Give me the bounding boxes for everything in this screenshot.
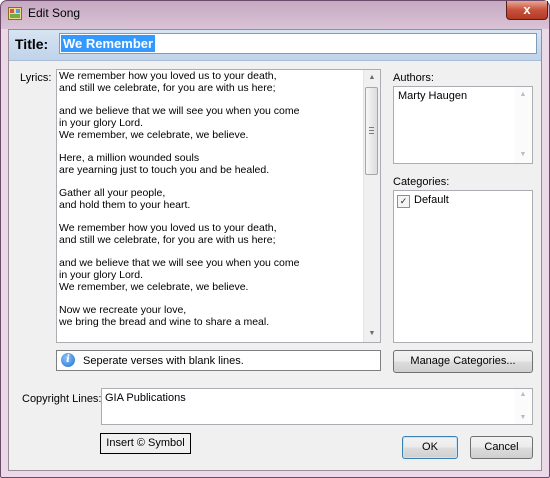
category-item-default[interactable]: ✓ Default <box>394 191 514 209</box>
lyrics-verse: We remember how you loved us to your dea… <box>59 222 360 246</box>
categories-label: Categories: <box>393 176 450 188</box>
lyrics-verse: and we believe that we will see you when… <box>59 105 360 141</box>
scroll-down-arrow-icon[interactable]: ▼ <box>364 326 380 342</box>
copyright-scrollbar[interactable]: ▲ ▼ <box>515 389 532 424</box>
hint-box: i Seperate verses with blank lines. <box>56 350 381 371</box>
scroll-down-arrow-icon[interactable]: ▼ <box>515 147 531 163</box>
edit-song-window: Edit Song x Title: We Remember Lyrics: W… <box>0 0 550 478</box>
close-button[interactable]: x <box>506 1 548 20</box>
lyrics-line: Gather all your people, <box>59 186 166 199</box>
scroll-up-arrow-icon[interactable]: ▲ <box>364 70 380 86</box>
title-label: Title: <box>15 36 49 52</box>
copyright-value: GIA Publications <box>105 392 186 404</box>
scroll-up-arrow-icon[interactable]: ▲ <box>515 87 531 103</box>
lyrics-line: are yearning just to touch you and be he… <box>59 163 270 176</box>
lyrics-verse: Now we recreate your love, we bring the b… <box>59 303 360 328</box>
authors-scrollbar[interactable]: ▲ ▼ <box>515 87 532 163</box>
lyrics-line: Here, a million wounded souls <box>59 151 200 164</box>
lyrics-verse: and we believe that we will see you when… <box>59 257 360 293</box>
lyrics-label: Lyrics: <box>20 72 52 84</box>
lyrics-line: and still we celebrate, for you are with… <box>59 81 276 94</box>
lyrics-line: we bring the bread and wine to share a m… <box>59 315 270 328</box>
authors-list[interactable]: Marty Haugen ▲ ▼ <box>393 86 533 164</box>
title-bar-panel: Title: We Remember <box>9 30 541 61</box>
authors-label: Authors: <box>393 72 434 84</box>
scroll-down-arrow-icon[interactable]: ▼ <box>515 412 531 424</box>
insert-copyright-symbol-button[interactable]: Insert © Symbol <box>100 433 191 454</box>
categories-list[interactable]: ✓ Default <box>393 190 533 343</box>
lyrics-textarea[interactable]: We remember how you loved us to your dea… <box>56 69 381 343</box>
lyrics-text: We remember how you loved us to your dea… <box>59 70 360 340</box>
lyrics-line: in your glory Lord. <box>59 116 144 129</box>
lyrics-line: Now we recreate your love, <box>59 303 187 316</box>
title-input-value: We Remember <box>61 35 156 52</box>
ok-button[interactable]: OK <box>402 436 458 459</box>
dialog-body: Title: We Remember Lyrics: We remember h… <box>8 29 542 471</box>
lyrics-verse: Here, a million wounded souls are yearnin… <box>59 151 360 176</box>
author-item[interactable]: Marty Haugen <box>398 90 467 102</box>
lyrics-verse: We remember how you loved us to your dea… <box>59 70 360 94</box>
lyrics-scrollbar[interactable]: ▲ ▼ <box>363 70 380 342</box>
window-title: Edit Song <box>28 6 81 20</box>
lyrics-line: We remember how you loved us to your dea… <box>59 70 277 82</box>
hint-text: Seperate verses with blank lines. <box>83 355 244 367</box>
lyrics-line: in your glory Lord. <box>59 268 144 281</box>
checkbox-checked-icon[interactable]: ✓ <box>397 195 410 208</box>
lyrics-verse: Gather all your people, and hold them to … <box>59 186 360 211</box>
title-input[interactable]: We Remember <box>59 33 537 54</box>
info-icon: i <box>61 353 75 367</box>
lyrics-line: We remember, we celebrate, we believe. <box>59 280 249 293</box>
cancel-button[interactable]: Cancel <box>470 436 533 459</box>
app-icon <box>8 7 22 20</box>
copyright-label: Copyright Lines: <box>22 393 102 405</box>
lyrics-line: and hold them to your heart. <box>59 198 191 211</box>
scroll-up-arrow-icon[interactable]: ▲ <box>515 389 531 401</box>
scrollbar-thumb[interactable] <box>365 87 378 175</box>
lyrics-line: We remember, we celebrate, we believe. <box>59 128 249 141</box>
window-titlebar[interactable]: Edit Song x <box>1 1 549 27</box>
copyright-textarea[interactable]: GIA Publications ▲ ▼ <box>101 388 533 425</box>
close-icon: x <box>523 2 531 17</box>
manage-categories-button[interactable]: Manage Categories... <box>393 350 533 373</box>
category-label: Default <box>414 194 449 206</box>
lyrics-line: and still we celebrate, for you are with… <box>59 233 276 246</box>
